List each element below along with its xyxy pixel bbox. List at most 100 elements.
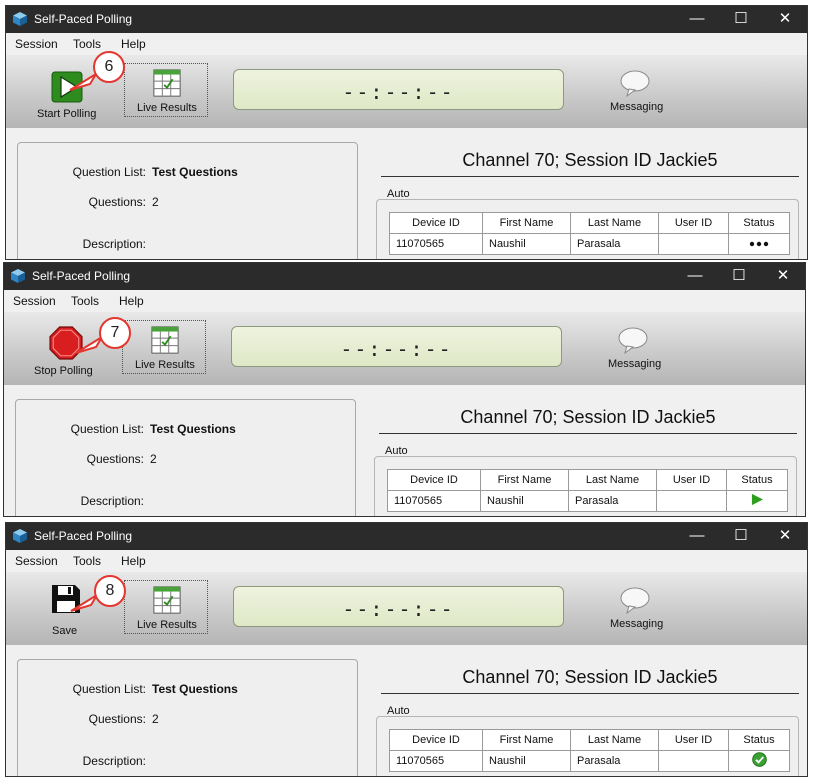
col-status[interactable]: Status [728,729,790,751]
speech-bubble-icon [620,587,650,614]
menu-help[interactable]: Help [119,294,144,308]
cell-device-id: 11070565 [387,490,481,512]
close-button[interactable]: ✕ [763,523,807,550]
session-content: Question List: Test Questions Questions:… [6,128,807,259]
menu-session[interactable]: Session [15,554,58,568]
col-status[interactable]: Status [728,212,790,234]
menu-session[interactable]: Session [15,37,58,51]
col-last-name[interactable]: Last Name [568,469,657,491]
table-header-row: Device ID First Name Last Name User ID S… [387,469,788,491]
col-first-name[interactable]: First Name [480,469,569,491]
question-list-label: Question List: [72,682,146,696]
col-device-id[interactable]: Device ID [387,469,481,491]
callout-pointer [69,73,97,91]
timer-display: --:--:-- [233,586,564,627]
cell-last-name: Parasala [570,750,659,772]
app-cube-icon [13,12,27,26]
menu-bar: Session Tools Help [6,550,807,572]
messaging-button[interactable]: Messaging [604,586,670,638]
menu-bar: Session Tools Help [4,290,805,312]
dots-icon [749,241,769,247]
close-button[interactable]: ✕ [761,263,805,290]
question-list-value: Test Questions [152,165,238,179]
col-device-id[interactable]: Device ID [389,729,483,751]
minimize-button[interactable]: — [675,6,719,33]
title-bar: Self-Paced Polling — ☐ ✕ [4,263,805,290]
col-user-id[interactable]: User ID [658,212,729,234]
maximize-button[interactable]: ☐ [717,263,761,290]
menu-help[interactable]: Help [121,37,146,51]
cell-last-name: Parasala [570,233,659,255]
device-table: Device ID First Name Last Name User ID S… [389,729,790,772]
col-first-name[interactable]: First Name [482,729,571,751]
menu-bar: Session Tools Help [6,33,807,55]
channel-heading: Channel 70; Session ID Jackie5 [462,667,718,687]
cell-last-name: Parasala [568,490,657,512]
grid-check-icon [153,69,181,97]
col-user-id[interactable]: User ID [656,469,727,491]
menu-tools[interactable]: Tools [73,554,101,568]
cell-user-id [658,750,729,772]
toolbar: Start Polling Live Results --:--:-- Mess… [6,55,807,129]
step-callout-7: 7 [99,317,131,349]
col-first-name[interactable]: First Name [482,212,571,234]
messaging-button[interactable]: Messaging [602,326,668,378]
question-info-panel: Question List: Test Questions Questions:… [17,659,358,776]
stop-polling-label: Stop Polling [34,365,93,377]
polling-window-stop: Self-Paced Polling — ☐ ✕ Session Tools H… [3,262,806,517]
live-results-button[interactable]: Live Results [124,63,208,117]
polling-window-save: Self-Paced Polling — ☐ ✕ Session Tools H… [5,522,808,777]
menu-tools[interactable]: Tools [71,294,99,308]
window-title: Self-Paced Polling [32,269,131,283]
table-row[interactable]: 11070565 Naushil Parasala [387,490,788,512]
title-bar: Self-Paced Polling — ☐ ✕ [6,523,807,550]
title-bar: Self-Paced Polling — ☐ ✕ [6,6,807,33]
channel-divider [379,433,797,434]
cell-device-id: 11070565 [389,750,483,772]
play-status-icon [751,493,763,506]
live-results-label: Live Results [135,359,195,371]
table-row[interactable]: 11070565 Naushil Parasala [389,233,790,255]
questions-value: 2 [152,712,159,726]
question-info-panel: Question List: Test Questions Questions:… [15,399,356,516]
maximize-button[interactable]: ☐ [719,523,763,550]
timer-display: --:--:-- [231,326,562,367]
questions-label: Questions: [86,452,144,466]
channel-divider [381,693,799,694]
maximize-button[interactable]: ☐ [719,6,763,33]
col-status[interactable]: Status [726,469,788,491]
col-last-name[interactable]: Last Name [570,212,659,234]
cell-status [728,750,790,772]
grid-check-icon [151,326,179,354]
cell-status [726,490,788,512]
messaging-button[interactable]: Messaging [604,69,670,121]
cell-status [728,233,790,255]
grid-check-icon [153,586,181,614]
timer-display: --:--:-- [233,69,564,110]
polling-window-start: Self-Paced Polling — ☐ ✕ Session Tools H… [5,5,808,260]
window-title: Self-Paced Polling [34,529,133,543]
step-callout-6: 6 [93,51,125,83]
live-results-button[interactable]: Live Results [122,320,206,374]
table-header-row: Device ID First Name Last Name User ID S… [389,729,790,751]
menu-tools[interactable]: Tools [73,37,101,51]
col-user-id[interactable]: User ID [658,729,729,751]
timer-text: --:--:-- [340,337,453,361]
table-row[interactable]: 11070565 Naushil Parasala [389,750,790,772]
session-content: Question List: Test Questions Questions:… [4,385,805,516]
start-polling-label: Start Polling [37,108,97,120]
description-label: Description: [82,754,146,768]
messaging-label: Messaging [610,101,664,113]
col-last-name[interactable]: Last Name [570,729,659,751]
question-list-label: Question List: [72,165,146,179]
menu-session[interactable]: Session [13,294,56,308]
col-device-id[interactable]: Device ID [389,212,483,234]
minimize-button[interactable]: — [673,263,717,290]
menu-help[interactable]: Help [121,554,146,568]
device-table: Device ID First Name Last Name User ID S… [389,212,790,255]
minimize-button[interactable]: — [675,523,719,550]
cell-first-name: Naushil [480,490,569,512]
close-button[interactable]: ✕ [763,6,807,33]
live-results-button[interactable]: Live Results [124,580,208,634]
table-header-row: Device ID First Name Last Name User ID S… [389,212,790,234]
